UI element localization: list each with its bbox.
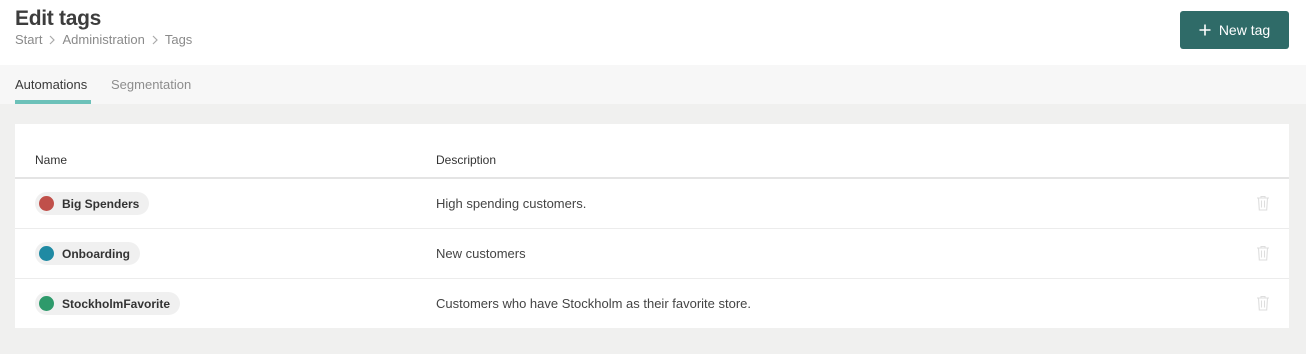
trash-icon[interactable]: [1256, 245, 1270, 261]
chevron-right-icon: [152, 35, 158, 45]
new-tag-label: New tag: [1218, 22, 1271, 38]
new-tag-button[interactable]: New tag: [1180, 11, 1289, 49]
breadcrumb-administration[interactable]: Administration: [62, 32, 144, 47]
breadcrumb: Start Administration Tags: [15, 32, 192, 47]
page-header: Edit tags Start Administration Tags New …: [0, 0, 1306, 65]
table-row[interactable]: Big Spenders High spending customers.: [15, 179, 1289, 229]
trash-icon[interactable]: [1256, 195, 1270, 211]
breadcrumb-tags: Tags: [164, 32, 193, 47]
tag-chip[interactable]: Big Spenders: [35, 192, 150, 215]
tags-table: Name Description Big Spenders High spend…: [15, 124, 1289, 328]
plus-icon: [1199, 24, 1211, 36]
tag-chip[interactable]: Onboarding: [35, 242, 140, 265]
tab-bar: Automations Segmentation: [0, 65, 1306, 104]
tag-name: Big Spenders: [62, 196, 140, 211]
tag-description: High spending customers.: [436, 196, 587, 211]
tag-color-dot: [39, 246, 54, 261]
breadcrumb-start[interactable]: Start: [15, 32, 42, 47]
page-title: Edit tags: [15, 7, 101, 30]
active-tab-indicator: [15, 100, 91, 104]
tag-description: Customers who have Stockholm as their fa…: [436, 296, 752, 311]
chevron-right-icon: [49, 35, 56, 45]
tag-color-dot: [39, 196, 54, 211]
table-row[interactable]: StockholmFavorite Customers who have Sto…: [15, 279, 1289, 329]
tab-segmentation[interactable]: Segmentation: [111, 77, 191, 92]
tag-color-dot: [39, 296, 54, 311]
trash-icon[interactable]: [1256, 295, 1270, 311]
column-header-description: Description: [436, 153, 497, 167]
tab-automations[interactable]: Automations: [15, 77, 87, 92]
tag-name: Onboarding: [62, 246, 130, 261]
table-row[interactable]: Onboarding New customers: [15, 229, 1289, 279]
tag-name: StockholmFavorite: [62, 296, 171, 311]
tag-description: New customers: [436, 246, 526, 261]
column-header-name: Name: [35, 153, 68, 167]
tag-chip[interactable]: StockholmFavorite: [35, 292, 181, 315]
